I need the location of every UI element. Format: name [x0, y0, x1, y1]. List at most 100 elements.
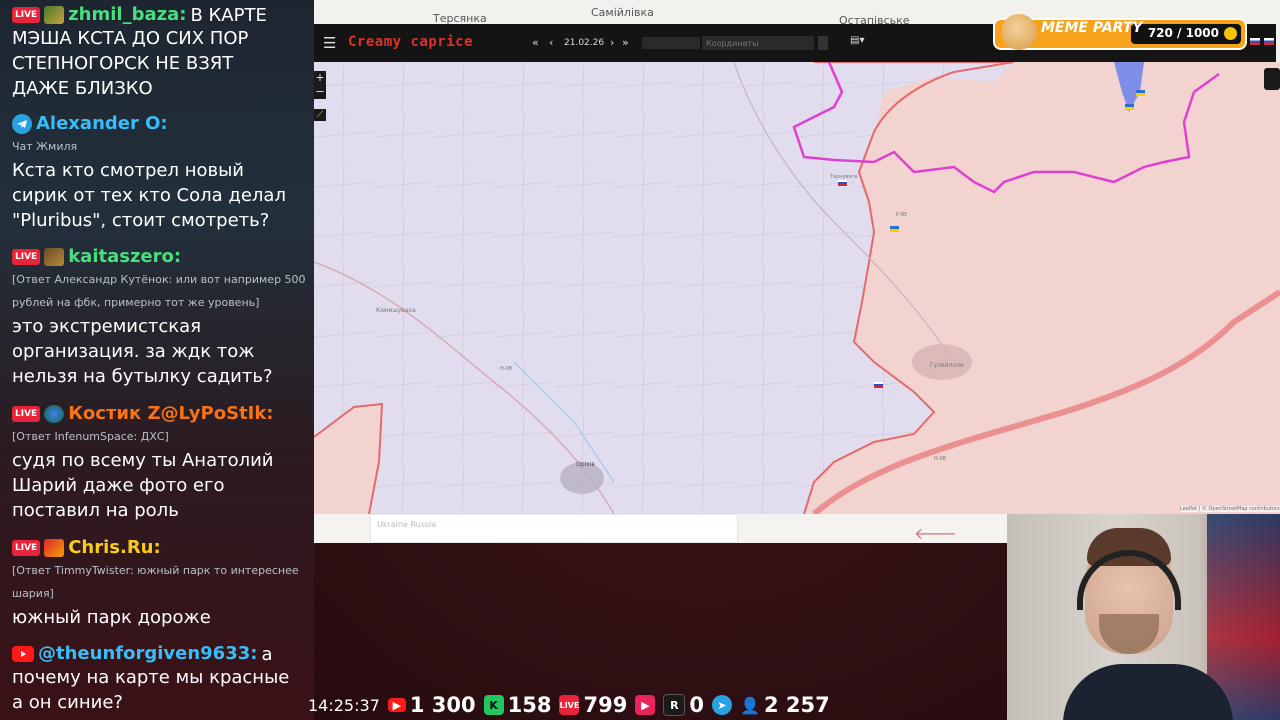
chat-subtitle: рублей на фбк, примерно тот же уровень]: [12, 296, 260, 309]
menu-icon[interactable]: ☰: [323, 34, 336, 52]
user-avatar: [44, 248, 65, 266]
clock: 14:25:37: [308, 695, 380, 715]
info-box-text: Ukraine Russia: [377, 520, 437, 529]
zoom-out-button[interactable]: −: [314, 85, 326, 99]
telegram-icon: [12, 114, 32, 134]
layers-icon[interactable]: ▤▾: [850, 35, 864, 46]
chat-username: Костик Z@LyPoStIk:: [68, 403, 274, 424]
coords-input[interactable]: [702, 36, 814, 50]
viewers-count: 2 257: [763, 693, 830, 717]
map-place-label: Оріхів: [576, 461, 595, 468]
zoom-in-button[interactable]: +: [314, 71, 326, 85]
live-badge: LIVE: [12, 7, 41, 23]
chat-text-line: СТЕПНОГОРСК НЕ ВЗЯТ: [12, 53, 234, 74]
chat-subtitle: [Ответ TimmyTwister: южный парк то интер…: [12, 564, 299, 577]
russia-flag-icon: [874, 382, 883, 388]
stats-bar: 14:25:37 ▶ 1 300 K 158 LIVE 799 ▶ R 0 ➤ …: [308, 690, 900, 720]
chat-username: Chris.Ru:: [68, 537, 161, 558]
chat-text-line: Шарий даже фото его: [12, 475, 225, 496]
chat-text-line: это экстремистская: [12, 316, 202, 337]
stream-overlay: LIVE zhmil_baza: В КАРТЕ МЭША КСТА ДО СИ…: [0, 0, 1280, 720]
chat-text-line: ДАЖЕ БЛИЗКО: [12, 78, 153, 99]
kick-stat: K 158: [483, 693, 552, 717]
user-avatar: [44, 6, 65, 24]
ruler-tool-button[interactable]: ⟋: [314, 109, 326, 121]
chat-username: Alexander O:: [36, 113, 168, 134]
user-avatar: [44, 539, 65, 557]
flag-icon: [1264, 38, 1274, 45]
youtube-icon: ▶: [387, 698, 406, 712]
chat-text-line: а он синие?: [12, 692, 123, 713]
chat-message: LIVE Chris.Ru: [Ответ TimmyTwister: южны…: [12, 537, 308, 630]
chat-panel: LIVE zhmil_baza: В КАРТЕ МЭША КСТА ДО СИ…: [0, 0, 314, 720]
info-box: Ukraine Russia: [370, 514, 738, 543]
chat-message: LIVE zhmil_baza: В КАРТЕ МЭША КСТА ДО СИ…: [12, 4, 308, 101]
chat-text-line: судя по всему ты Анатолий: [12, 450, 274, 471]
road-label: Р-85: [896, 212, 908, 218]
map-attribution: Leaflet | © OpenStreetMap contributors: [1180, 506, 1280, 512]
map-place-label: Гуляйполе: [930, 362, 964, 369]
telegram-icon: ➤: [711, 695, 732, 715]
chat-text-line: МЭША КСТА ДО СИХ ПОР: [12, 28, 249, 49]
last-date-button[interactable]: »: [622, 36, 629, 49]
russia-flag-icon: [838, 180, 847, 186]
zoom-control: + −: [314, 71, 326, 99]
prev-date-button[interactable]: ‹: [549, 36, 553, 49]
meme-party-title: MEME PARTY: [1041, 20, 1143, 36]
map-canvas[interactable]: [314, 62, 1280, 514]
chat-text-inline: а: [261, 643, 273, 665]
ukraine-flag-icon: [1136, 90, 1145, 96]
first-date-button[interactable]: «: [532, 36, 539, 49]
kick-count: 158: [507, 693, 552, 717]
chat-subtitle: [Ответ InfenumSpace: ДХС]: [12, 430, 169, 443]
arrow-left-icon[interactable]: 🡐: [914, 523, 957, 543]
rutube-stat: R 0: [663, 693, 704, 717]
doge-avatar: [1001, 14, 1037, 50]
youtube-icon: [12, 646, 34, 662]
chat-subtitle: Чат Жмиля: [12, 140, 78, 153]
viewers-stat: 👤 2 257: [740, 693, 830, 717]
meme-party-widget: MEME PARTY 720 / 1000: [993, 14, 1248, 54]
live-count: 799: [583, 693, 628, 717]
chat-text-line: организация. за ждк тож: [12, 341, 255, 362]
live-badge: LIVE: [12, 540, 41, 556]
viewers-icon: 👤: [739, 695, 760, 715]
chat-text-line: "Pluribus", стоит смотреть?: [12, 210, 270, 231]
chat-text-line: почему на карте мы красные: [12, 667, 290, 688]
chat-text-line: поставил на роль: [12, 500, 179, 521]
chat-text-line: Кста кто смотрел новый: [12, 160, 245, 181]
map-place-label: Самійлівка: [591, 6, 654, 19]
rutube-count: 0: [689, 693, 704, 717]
rutube-icon: R: [663, 694, 686, 716]
coords-button[interactable]: [818, 36, 828, 50]
youtube-count: 1 300: [409, 693, 476, 717]
chat-subtitle: шария]: [12, 587, 54, 600]
coin-icon: [1224, 27, 1237, 40]
brand-title: Creamy caprice: [348, 34, 474, 50]
layers-button[interactable]: [1264, 68, 1280, 90]
meme-party-progress: 720 / 1000: [1147, 26, 1219, 40]
play-icon: ▶: [635, 695, 656, 715]
chat-username: @theunforgiven9633:: [38, 643, 258, 664]
play-stat: ▶: [635, 695, 656, 715]
youtube-stat: ▶ 1 300: [387, 693, 476, 717]
flag-icon: [1250, 38, 1260, 45]
live-badge: LIVE: [12, 249, 41, 265]
user-avatar: [44, 405, 65, 423]
chat-text-line: южный парк дороже: [12, 607, 211, 628]
date-display[interactable]: 21.02.26: [564, 38, 604, 48]
chat-text-inline: В КАРТЕ: [190, 4, 267, 26]
next-date-button[interactable]: ›: [610, 36, 614, 49]
chat-text-line: сирик от тех кто Сола делал: [12, 185, 286, 206]
chat-message: LIVE Костик Z@LyPoStIk: [Ответ InfenumSp…: [12, 403, 308, 523]
chat-message: @theunforgiven9633: а почему на карте мы…: [12, 643, 308, 715]
kick-icon: K: [483, 695, 504, 715]
telegram-stat: ➤: [711, 695, 732, 715]
chat-subtitle: [Ответ Александр Кутёнок: или вот наприм…: [12, 273, 306, 286]
tool-buttons[interactable]: [642, 37, 700, 49]
ukraine-flag-icon: [1125, 104, 1134, 110]
live-badge: LIVE: [12, 406, 41, 422]
chat-text-line: нельзя на бутылку садить?: [12, 366, 273, 387]
webcam-feed: [1007, 514, 1280, 720]
map-place-label: Камишуваха: [376, 307, 416, 314]
